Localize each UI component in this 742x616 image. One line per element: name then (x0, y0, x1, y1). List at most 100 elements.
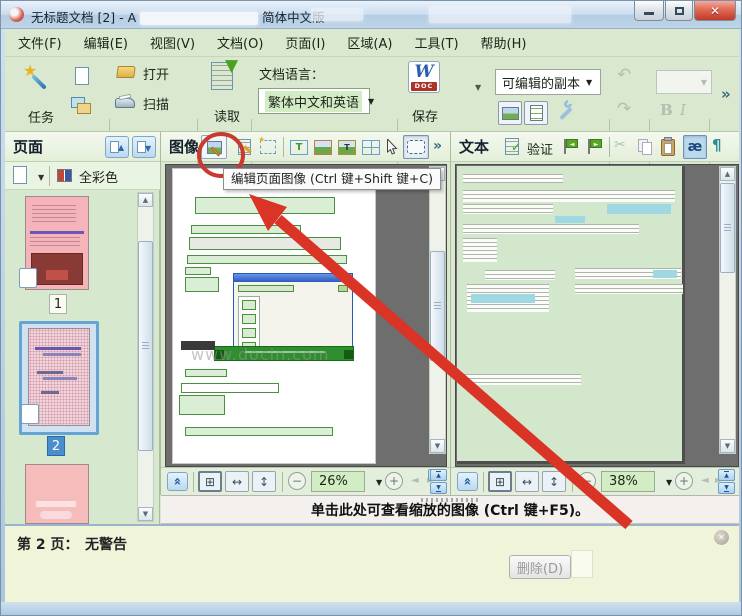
save-options-button[interactable] (555, 98, 577, 125)
fit-page-button[interactable]: ⊞ (198, 471, 222, 492)
save-button[interactable]: W DOC 保存 (403, 60, 447, 125)
jump-first-page-button[interactable]: ▲ (430, 469, 447, 481)
marquee-tool-button[interactable] (403, 135, 429, 159)
collapse-panel-button[interactable]: « (167, 472, 188, 491)
scroll-down-button[interactable]: ▼ (430, 439, 445, 453)
zoom-preview-bar[interactable]: 单击此处可查看缩放的图像 (Ctrl 键+F5)。 (161, 495, 739, 524)
toolbar-overflow-chevron[interactable]: » (721, 85, 731, 103)
magic-wand-handle (31, 74, 47, 90)
jump-last-page-button[interactable]: ▼ (430, 482, 447, 494)
menu-view[interactable]: 视图(V) (139, 30, 206, 55)
select-tool-button[interactable] (383, 136, 401, 158)
edit-page-image-button[interactable] (201, 135, 227, 159)
page-view-mode-button[interactable] (13, 166, 27, 184)
scroll-down-button[interactable]: ▼ (720, 439, 735, 453)
image-toolbar-overflow-chevron[interactable]: » (433, 138, 442, 154)
page-thumbnail-3[interactable] (25, 464, 89, 524)
maximize-button[interactable] (665, 1, 693, 21)
image-area-button[interactable] (313, 137, 333, 157)
fit-width-button[interactable]: ↔ (515, 471, 539, 492)
page-number-2[interactable]: 2 (47, 436, 65, 456)
fit-height-button[interactable]: ↕ (542, 471, 566, 492)
fit-height-button[interactable]: ↕ (252, 471, 276, 492)
analyze-page-button[interactable] (234, 137, 254, 157)
prev-page-button[interactable]: ◄ (701, 475, 709, 486)
menu-edit[interactable]: 编辑(E) (73, 30, 139, 55)
prev-page-button[interactable]: ◄ (411, 475, 419, 486)
ocr-text-page[interactable] (457, 166, 685, 464)
undo-icon[interactable]: ↶ (617, 65, 631, 85)
zoom-level-box[interactable]: 38% (601, 471, 655, 492)
text-scrollbar[interactable]: ▲ ▼ (719, 166, 736, 454)
read-arrow-icon: ▼ (225, 56, 239, 76)
scroll-up-button[interactable]: ▲ (720, 167, 735, 181)
jump-last-page-button[interactable]: ▼ (718, 482, 735, 494)
minimize-button[interactable] (634, 1, 664, 21)
prev-error-button[interactable]: ◄ (561, 137, 581, 157)
scroll-down-button[interactable]: ▼ (138, 507, 153, 521)
menu-page[interactable]: 页面(I) (274, 30, 336, 55)
special-chars-button[interactable]: æ (683, 135, 707, 159)
recognize-area-button[interactable]: ★ (258, 135, 278, 157)
scrollbar-thumb[interactable] (720, 183, 735, 273)
keep-layout-toggle[interactable] (524, 101, 548, 125)
move-page-up-button[interactable]: ▲ (105, 136, 129, 158)
jump-first-page-button[interactable]: ▲ (718, 469, 735, 481)
keep-pictures-toggle[interactable] (498, 101, 522, 125)
table-area-button[interactable] (361, 137, 381, 157)
menu-tools[interactable]: 工具(T) (403, 30, 469, 55)
open-button[interactable]: 打开 (115, 63, 191, 85)
zoom-caret-icon[interactable]: ▼ (666, 478, 672, 487)
zoom-caret-icon[interactable]: ▼ (376, 478, 382, 487)
zoom-level-box[interactable]: 26% (311, 471, 365, 492)
page-number-1[interactable]: 1 (49, 294, 67, 314)
delete-button[interactable]: 删除(D) (509, 555, 571, 579)
scrollbar-thumb[interactable] (430, 251, 445, 361)
redo-icon[interactable]: ↷ (617, 99, 631, 119)
scan-button[interactable]: 扫描 (115, 93, 191, 115)
zoom-in-button[interactable]: + (675, 472, 693, 490)
menu-area[interactable]: 区域(A) (336, 30, 403, 55)
pages-stack-icon[interactable] (71, 97, 95, 115)
next-error-button[interactable]: ► (585, 137, 605, 157)
language-dropdown[interactable]: 繁体中文和英语 ▼ (258, 88, 374, 114)
pages-scrollbar[interactable]: ▲ ▼ (137, 192, 154, 522)
zoom-out-button[interactable]: − (578, 472, 596, 490)
scroll-up-button[interactable]: ▲ (138, 193, 153, 207)
menu-file[interactable]: 文件(F) (7, 30, 73, 55)
zoom-out-button[interactable]: − (288, 472, 306, 490)
collapse-panel-button[interactable]: « (457, 472, 478, 491)
copy-button[interactable] (637, 138, 655, 156)
close-warning-button[interactable]: ✕ (714, 530, 729, 545)
paste-button[interactable] (660, 137, 678, 157)
fit-width-button[interactable]: ↔ (225, 471, 249, 492)
close-button[interactable]: ✕ (694, 1, 736, 21)
italic-button[interactable]: I (680, 101, 686, 119)
image-scrollbar[interactable]: ▲ ▼ (429, 166, 446, 454)
formatting-marks-button[interactable]: ¶ (712, 136, 722, 154)
color-mode-label[interactable]: 全彩色 (79, 167, 118, 186)
zoom-in-button[interactable]: + (385, 472, 403, 490)
new-page-icon[interactable] (75, 67, 89, 85)
read-button[interactable]: ▼ 读取 (205, 56, 249, 125)
redacted-titlebar-item (429, 6, 571, 23)
save-options-caret-icon[interactable]: ▼ (475, 83, 481, 92)
move-page-down-button[interactable]: ▼ (132, 136, 156, 158)
page-view-caret-icon[interactable]: ▼ (38, 173, 44, 182)
cut-button[interactable]: ✂ (614, 137, 626, 153)
recognized-text-area (181, 383, 279, 393)
fit-page-button[interactable]: ⊞ (488, 471, 512, 492)
scrollbar-thumb[interactable] (138, 241, 153, 451)
save-format-dropdown[interactable]: 可编辑的副本 ▼ (495, 69, 601, 95)
font-dropdown[interactable]: ▼ (656, 70, 712, 94)
verify-button[interactable]: ✓ 验证 (503, 136, 557, 158)
bold-button[interactable]: B (660, 101, 673, 119)
menu-help[interactable]: 帮助(H) (470, 30, 538, 55)
splitter-grip[interactable] (421, 498, 479, 502)
menu-document[interactable]: 文档(O) (206, 30, 274, 55)
tasks-button[interactable]: ★ 任务 (15, 61, 67, 126)
color-mode-icon[interactable] (57, 169, 72, 182)
background-image-area-button[interactable]: T (337, 137, 357, 157)
scanned-page[interactable]: www.docin.com (172, 168, 376, 464)
text-area-button[interactable]: T (289, 137, 309, 157)
